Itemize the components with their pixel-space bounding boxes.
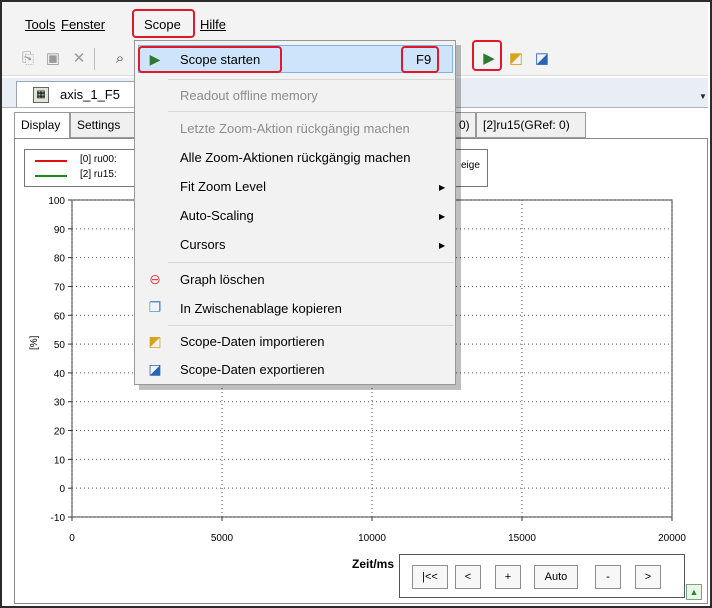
- menu-item-scope-export[interactable]: Scope-Daten exportieren: [180, 362, 325, 377]
- menu-item-copy-clipboard[interactable]: In Zwischenablage kopieren: [180, 301, 342, 316]
- menu-item-scope-starten-label: Scope starten: [180, 52, 261, 67]
- y-tick-label: 10: [54, 455, 66, 466]
- menu-separator: [168, 79, 454, 80]
- x-tick-label: 0: [69, 533, 75, 544]
- menu-separator: [168, 262, 454, 263]
- menu-item-auto-scaling[interactable]: Auto-Scaling: [180, 208, 254, 223]
- nav-first-button[interactable]: |<<: [412, 565, 448, 589]
- x-tick-label: 20000: [658, 533, 686, 544]
- y-tick-label: 70: [54, 282, 66, 293]
- y-tick-label: -10: [51, 513, 66, 524]
- scope-import-icon: ◩: [148, 333, 162, 349]
- menu-item-cursors[interactable]: Cursors: [180, 237, 226, 252]
- x-axis-label: Zeit/ms: [352, 557, 395, 571]
- scope-export-icon: ◪: [148, 361, 162, 377]
- menu-item-fit-zoom[interactable]: Fit Zoom Level: [180, 179, 266, 194]
- submenu-arrow-icon: ▶: [439, 241, 446, 250]
- menu-item-graph-loeschen[interactable]: Graph löschen: [180, 272, 265, 287]
- nav-next-button[interactable]: >: [635, 565, 661, 589]
- delete-graph-icon: ⊖: [149, 271, 161, 287]
- x-tick-label: 5000: [211, 533, 234, 544]
- y-tick-label: 50: [54, 340, 66, 351]
- y-axis-label: [%]: [29, 335, 40, 350]
- zoom-auto-button[interactable]: Auto: [534, 565, 578, 589]
- menu-item-undo-all-zoom[interactable]: Alle Zoom-Aktionen rückgängig machen: [180, 150, 411, 165]
- y-tick-label: 20: [54, 427, 66, 438]
- zoom-in-button[interactable]: +: [495, 565, 521, 589]
- zoom-out-button[interactable]: -: [595, 565, 621, 589]
- clipboard-icon: ❐: [148, 299, 162, 315]
- y-tick-label: 100: [48, 196, 65, 207]
- y-tick-label: 40: [54, 369, 66, 380]
- y-tick-label: 60: [54, 311, 66, 322]
- scope-start-icon: ▶: [149, 51, 161, 67]
- y-tick-label: 0: [59, 484, 65, 495]
- y-tick-label: 90: [54, 225, 66, 236]
- menu-item-scope-import[interactable]: Scope-Daten importieren: [180, 334, 325, 349]
- submenu-arrow-icon: ▶: [439, 183, 446, 192]
- y-tick-label: 30: [54, 398, 66, 409]
- nav-prev-button[interactable]: <: [455, 565, 481, 589]
- arrow-up-icon[interactable]: ▲: [686, 584, 702, 600]
- menu-item-undo-last-zoom[interactable]: Letzte Zoom-Aktion rückgängig machen: [180, 121, 410, 136]
- shortcut-f9: F9: [416, 52, 432, 67]
- x-tick-label: 10000: [358, 533, 386, 544]
- x-tick-label: 15000: [508, 533, 536, 544]
- submenu-arrow-icon: ▶: [439, 212, 446, 221]
- menu-separator: [168, 325, 454, 326]
- menu-separator: [168, 111, 454, 112]
- y-tick-label: 80: [54, 254, 66, 265]
- menu-item-readout-offline[interactable]: Readout offline memory: [180, 88, 318, 103]
